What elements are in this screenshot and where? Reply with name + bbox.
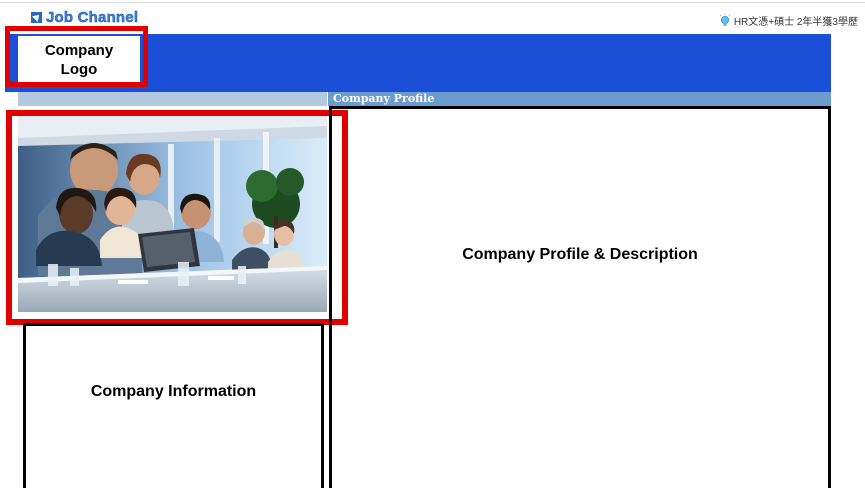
company-information-panel: Company Information — [23, 323, 324, 488]
job-channel-icon — [31, 12, 42, 23]
logo-highlight-frame — [5, 26, 148, 87]
top-divider — [0, 2, 865, 3]
photo-highlight-frame — [6, 110, 348, 325]
brand-label: Job Channel — [46, 8, 139, 26]
hr-info-text: HR文憑+碩士 2年半獲3學歷 — [733, 17, 858, 28]
job-channel-brand[interactable]: Job Channel — [31, 7, 139, 26]
company-profile-header: Company Profile — [328, 92, 831, 106]
hr-info[interactable]: HR文憑+碩士 2年半獲3學歷 — [719, 13, 858, 28]
lightbulb-icon — [719, 14, 731, 26]
job-channel-page: Job Channel HR文憑+碩士 2年半獲3學歷 Company Logo… — [0, 0, 865, 488]
company-profile-header-label: Company Profile — [333, 92, 435, 105]
left-column-header — [18, 92, 327, 106]
company-profile-panel: Company Profile & Description — [329, 106, 831, 488]
company-profile-description-label: Company Profile & Description — [462, 246, 698, 263]
company-information-label: Company Information — [90, 383, 257, 400]
